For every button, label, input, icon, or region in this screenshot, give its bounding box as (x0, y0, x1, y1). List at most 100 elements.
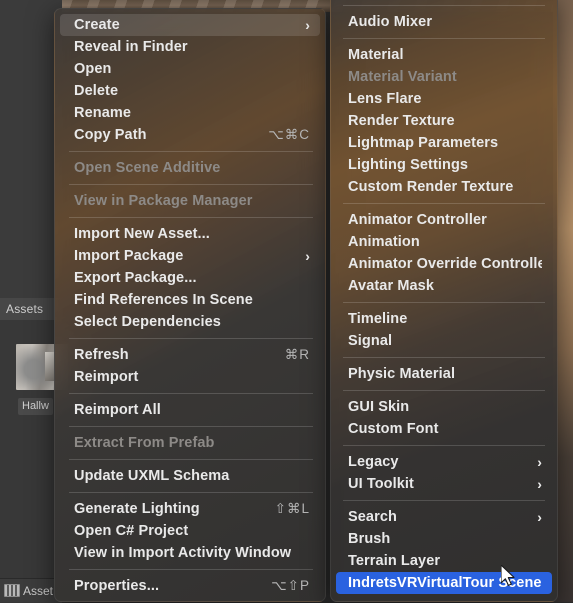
menu-item-properties[interactable]: Properties... ⌥⇧P (60, 575, 320, 597)
project-tab-assets[interactable]: Assets (0, 298, 62, 320)
menu-item-label: Animator Override Controller (348, 256, 542, 272)
menu-item-label: Rename (74, 105, 132, 121)
menu-item-copy-path[interactable]: Copy Path ⌥⌘C (60, 124, 320, 146)
menu-item-rename[interactable]: Rename (60, 102, 320, 124)
menu-item-label: Legacy (348, 454, 399, 470)
menu-item-shortcut: ⌘R (284, 347, 310, 362)
menu-item-view-in-import-activity-window[interactable]: View in Import Activity Window (60, 542, 320, 564)
menu-item-open[interactable]: Open (60, 58, 320, 80)
menu-item-open-c-project[interactable]: Open C# Project (60, 520, 320, 542)
menu-item-brush[interactable]: Brush (336, 528, 552, 550)
menu-item-create[interactable]: Create › (60, 14, 320, 36)
chevron-right-icon: › (305, 248, 310, 264)
menu-item-animator-controller[interactable]: Animator Controller (336, 209, 552, 231)
menu-item-lens-flare[interactable]: Lens Flare (336, 88, 552, 110)
menu-item-label: Generate Lighting (74, 501, 200, 517)
menu-separator (343, 500, 545, 501)
chevron-right-icon: › (537, 476, 542, 492)
menu-item-label: Refresh (74, 347, 129, 363)
menu-separator (343, 302, 545, 303)
menu-item-shortcut: ⌥⌘C (268, 127, 310, 142)
menu-item-label: Copy Path (74, 127, 147, 143)
menu-item-generate-lighting[interactable]: Generate Lighting ⇧⌘L (60, 498, 320, 520)
menu-item-lightmap-parameters[interactable]: Lightmap Parameters (336, 132, 552, 154)
menu-separator (69, 393, 313, 394)
menu-item-label: Custom Render Texture (348, 179, 514, 195)
menu-item-shortcut: ⇧⌘L (274, 501, 310, 516)
menu-item-label: Reimport (74, 369, 139, 385)
menu-separator (343, 445, 545, 446)
menu-item-ui-toolkit[interactable]: UI Toolkit › (336, 473, 552, 495)
menu-item-label: Material Variant (348, 69, 457, 85)
menu-item-label: Terrain Layer (348, 553, 441, 569)
menu-item-audio-mixer[interactable]: Audio Mixer (336, 11, 552, 33)
menu-item-label: View in Import Activity Window (74, 545, 292, 561)
menu-item-label: Update UXML Schema (74, 468, 230, 484)
menu-item-signal[interactable]: Signal (336, 330, 552, 352)
menu-separator (343, 203, 545, 204)
menu-item-update-uxml-schema[interactable]: Update UXML Schema (60, 465, 320, 487)
menu-item-custom-font[interactable]: Custom Font (336, 418, 552, 440)
menu-item-material-variant: Material Variant (336, 66, 552, 88)
menu-item-label: Brush (348, 531, 391, 547)
editor-status-bar: Asset (0, 578, 62, 602)
menu-item-label: Animation (348, 234, 420, 250)
menu-item-label: Reveal in Finder (74, 39, 188, 55)
menu-item-label: Create (74, 17, 120, 33)
chevron-right-icon: › (537, 454, 542, 470)
menu-item-render-texture[interactable]: Render Texture (336, 110, 552, 132)
menu-item-label: Animator Controller (348, 212, 487, 228)
menu-item-import-new-asset[interactable]: Import New Asset... (60, 223, 320, 245)
menu-item-label: Select Dependencies (74, 314, 221, 330)
menu-item-label: Reimport All (74, 402, 161, 418)
menu-item-terrain-layer[interactable]: Terrain Layer (336, 550, 552, 572)
menu-item-reveal-in-finder[interactable]: Reveal in Finder (60, 36, 320, 58)
menu-item-label: Export Package... (74, 270, 197, 286)
menu-item-label: Audio Mixer (348, 14, 433, 30)
menu-item-label: Open Scene Additive (74, 160, 221, 176)
menu-item-reimport[interactable]: Reimport (60, 366, 320, 388)
menu-item-label: Import New Asset... (74, 226, 210, 242)
assets-context-menu[interactable]: Create › Reveal in Finder Open Delete Rename C… (54, 8, 326, 602)
menu-item-label: Physic Material (348, 366, 456, 382)
menu-separator (69, 492, 313, 493)
menu-item-label: Delete (74, 83, 119, 99)
menu-item-gui-skin[interactable]: GUI Skin (336, 396, 552, 418)
menu-item-export-package[interactable]: Export Package... (60, 267, 320, 289)
menu-item-material[interactable]: Material (336, 44, 552, 66)
menu-item-avatar-mask[interactable]: Avatar Mask (336, 275, 552, 297)
menu-item-lighting-settings[interactable]: Lighting Settings (336, 154, 552, 176)
menu-item-indretsvrvirtualtour-scene[interactable]: IndretsVRVirtualTour Scene (336, 572, 552, 594)
menu-item-select-dependencies[interactable]: Select Dependencies (60, 311, 320, 333)
menu-item-open-scene-additive: Open Scene Additive (60, 157, 320, 179)
menu-item-animator-override-controller[interactable]: Animator Override Controller (336, 253, 552, 275)
menu-item-animation[interactable]: Animation (336, 231, 552, 253)
menu-separator (69, 426, 313, 427)
menu-separator (343, 38, 545, 39)
menu-item-reimport-all[interactable]: Reimport All (60, 399, 320, 421)
menu-item-custom-render-texture[interactable]: Custom Render Texture (336, 176, 552, 198)
menu-item-find-references-in-scene[interactable]: Find References In Scene (60, 289, 320, 311)
menu-item-legacy[interactable]: Legacy › (336, 451, 552, 473)
menu-item-delete[interactable]: Delete (60, 80, 320, 102)
menu-item-search[interactable]: Search › (336, 506, 552, 528)
menu-item-timeline[interactable]: Timeline (336, 308, 552, 330)
create-submenu[interactable]: Audio Mixer Material Material Variant Lens … (330, 0, 558, 602)
menu-item-label: Material (348, 47, 404, 63)
menu-item-label: Custom Font (348, 421, 439, 437)
menu-separator (69, 151, 313, 152)
menu-item-import-package[interactable]: Import Package › (60, 245, 320, 267)
menu-separator (69, 217, 313, 218)
menu-item-label: Properties... (74, 578, 160, 594)
menu-item-physic-material[interactable]: Physic Material (336, 363, 552, 385)
menu-item-label: Extract From Prefab (74, 435, 215, 451)
menu-item-label: Lightmap Parameters (348, 135, 499, 151)
menu-separator (343, 357, 545, 358)
menu-item-label: Lens Flare (348, 91, 422, 107)
asset-thumbnail-label: Hallw (18, 398, 53, 415)
menu-item-label: GUI Skin (348, 399, 410, 415)
menu-item-label: Find References In Scene (74, 292, 253, 308)
chevron-right-icon: › (305, 17, 310, 33)
menu-separator (69, 459, 313, 460)
menu-item-refresh[interactable]: Refresh ⌘R (60, 344, 320, 366)
